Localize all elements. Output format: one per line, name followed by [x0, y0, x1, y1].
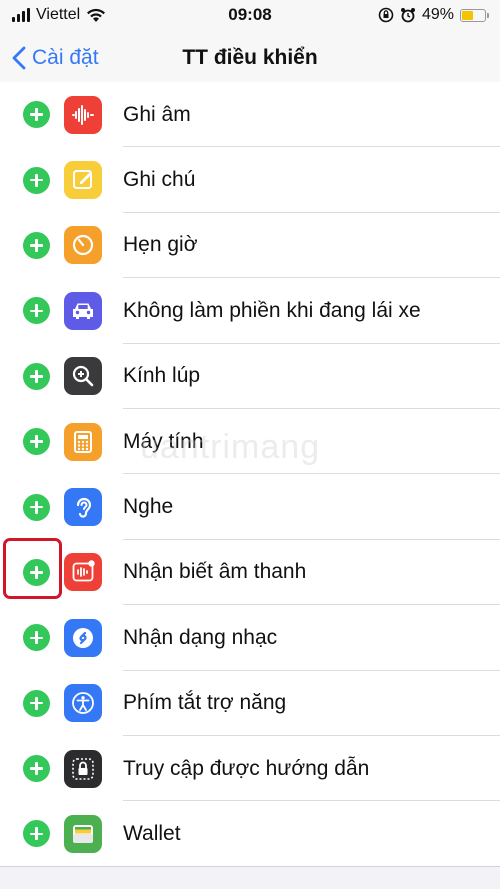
page-title: TT điều khiển — [182, 46, 318, 69]
control-row: Phím tắt trợ năng — [0, 671, 500, 736]
shazam-icon — [64, 618, 102, 657]
battery-level — [462, 10, 473, 20]
control-row: Wallet — [0, 801, 500, 867]
guided-access-icon — [64, 749, 102, 788]
control-label: Ghi âm — [123, 102, 191, 126]
cellular-signal-icon — [12, 8, 30, 22]
status-bar-left: Viettel — [12, 6, 106, 24]
more-controls-list: Ghi âm Ghi chú Hẹn giờ Không làm phiền khi … — [0, 82, 500, 867]
ear-icon — [64, 488, 102, 527]
control-row: Nhận dạng nhạc — [0, 605, 500, 671]
control-row: Máy tính — [0, 409, 500, 475]
control-label: Truy cập được hướng dẫn — [123, 756, 370, 780]
battery-percent: 49% — [421, 6, 454, 23]
control-row: Truy cập được hướng dẫn — [0, 736, 500, 802]
status-bar-right: 49% — [378, 6, 489, 24]
control-label: Không làm phiền khi đang lái xe — [123, 298, 421, 322]
car-icon — [64, 291, 102, 330]
add-control-button[interactable] — [23, 101, 50, 129]
control-label: Wallet — [123, 821, 181, 845]
control-label: Phím tắt trợ năng — [123, 691, 287, 715]
control-label: Nghe — [123, 495, 174, 519]
control-row: Ghi âm — [0, 82, 500, 148]
wallet-icon — [64, 814, 102, 853]
magnifier-icon — [64, 357, 102, 396]
add-control-button[interactable] — [23, 493, 50, 521]
control-label: Máy tính — [123, 429, 204, 453]
add-control-button[interactable] — [23, 166, 50, 194]
alarm-icon — [400, 8, 415, 23]
control-label: Nhận dạng nhạc — [123, 625, 278, 649]
battery-icon — [460, 8, 489, 22]
control-label: Ghi chú — [123, 168, 196, 192]
timer-icon — [64, 226, 102, 265]
carrier-name: Viettel — [36, 6, 81, 23]
control-row: Nghe — [0, 474, 500, 540]
control-row: Ghi chú — [0, 147, 500, 213]
add-control-button[interactable] — [23, 624, 50, 652]
add-control-button[interactable] — [23, 820, 50, 848]
control-row: Kính lúp — [0, 344, 500, 409]
status-bar: Viettel 09:08 49% — [0, 0, 500, 30]
add-control-button[interactable] — [23, 362, 50, 390]
add-control-button[interactable] — [23, 428, 50, 456]
add-control-button[interactable] — [23, 231, 50, 259]
add-control-button[interactable] — [23, 558, 50, 586]
control-label: Nhận biết âm thanh — [123, 560, 307, 584]
control-row: Nhận biết âm thanh — [0, 540, 500, 606]
control-row: Không làm phiền khi đang lái xe — [0, 278, 500, 344]
add-control-button[interactable] — [23, 689, 50, 717]
control-label: Kính lúp — [123, 364, 201, 388]
sound-recognition-icon — [64, 553, 102, 592]
row-divider — [0, 865, 500, 867]
voice-memo-icon — [64, 95, 102, 134]
wifi-icon — [87, 8, 106, 22]
navigation-bar: Cài đặt TT điều khiển — [0, 30, 500, 86]
control-row: Hẹn giờ — [0, 213, 500, 279]
orientation-lock-icon — [378, 7, 394, 23]
calculator-icon — [64, 422, 102, 461]
add-control-button[interactable] — [23, 297, 50, 325]
control-label: Hẹn giờ — [123, 233, 198, 257]
notes-icon — [64, 161, 102, 200]
accessibility-icon — [64, 684, 102, 723]
add-control-button[interactable] — [23, 755, 50, 783]
